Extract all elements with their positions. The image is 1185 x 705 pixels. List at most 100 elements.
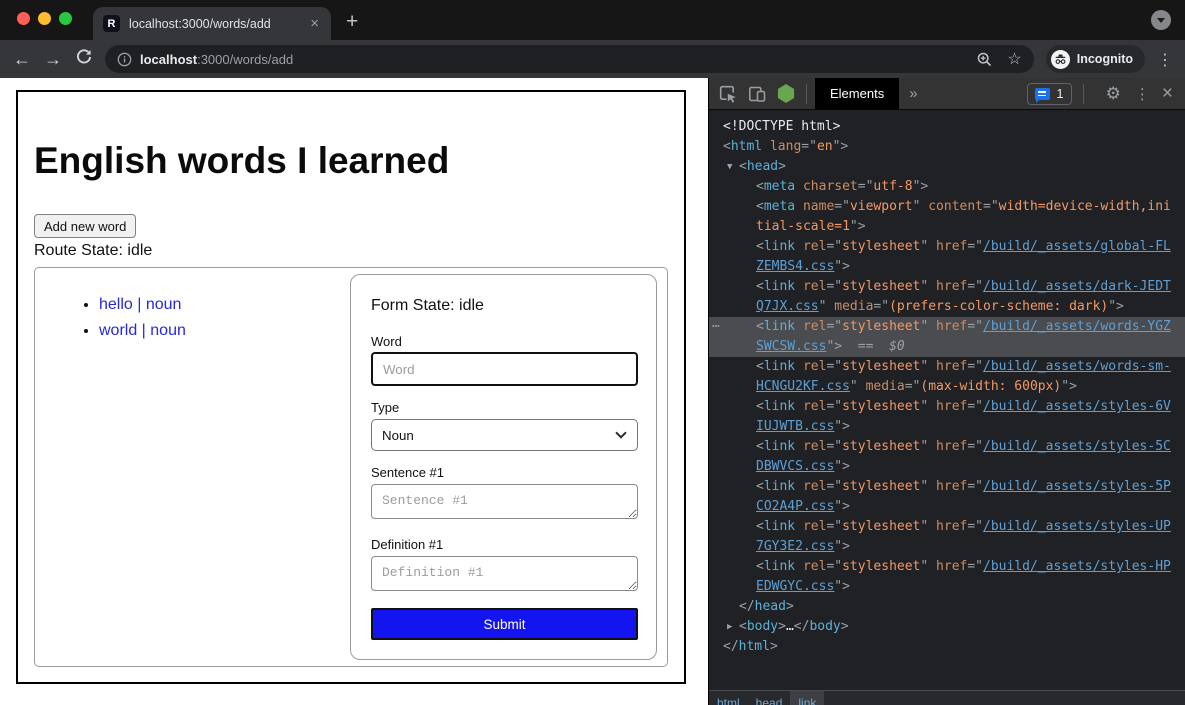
close-window-button[interactable] xyxy=(17,12,30,25)
bookmark-star-icon[interactable]: ☆ xyxy=(1007,49,1021,69)
device-toolbar-icon xyxy=(747,84,767,104)
definition-textarea[interactable] xyxy=(371,556,638,591)
add-new-word-button[interactable]: Add new word xyxy=(34,214,136,238)
dom-tree-node[interactable]: HCNGU2KF.css" media="(max-width: 600px)"… xyxy=(709,377,1185,397)
window-titlebar: R localhost:3000/words/add × + xyxy=(0,0,1185,40)
page-zoom-button[interactable] xyxy=(976,51,993,68)
issues-counter[interactable]: 1 xyxy=(1027,83,1071,105)
issues-count: 1 xyxy=(1056,86,1063,101)
tab-close-icon[interactable]: × xyxy=(308,16,321,31)
maximize-window-button[interactable] xyxy=(59,12,72,25)
dom-tree-node[interactable]: ZEMBS4.css"> xyxy=(709,257,1185,277)
page-title: English words I learned xyxy=(34,140,449,182)
content-area: English words I learned Add new word Rou… xyxy=(0,78,1185,705)
words-container: hello | noun world | noun Form State: idl… xyxy=(34,267,668,667)
toolbar-divider xyxy=(806,84,807,104)
node-options-icon[interactable]: ⋯ xyxy=(712,317,719,337)
more-tabs-button[interactable]: » xyxy=(909,85,917,102)
dom-tree-node[interactable]: DBWVCS.css"> xyxy=(709,457,1185,477)
minimize-window-button[interactable] xyxy=(38,12,51,25)
dom-tree-node[interactable]: CO2A4P.css"> xyxy=(709,497,1185,517)
dom-tree-node[interactable]: <link rel="stylesheet" href="/build/_ass… xyxy=(709,277,1185,297)
incognito-icon xyxy=(1051,50,1070,69)
dom-tree-node[interactable]: ⋯<link rel="stylesheet" href="/build/_as… xyxy=(709,317,1185,337)
dom-tree-node[interactable]: Q7JX.css" media="(prefers-color-scheme: … xyxy=(709,297,1185,317)
dom-tree-node[interactable]: </html> xyxy=(709,637,1185,657)
sentence-label: Sentence #1 xyxy=(371,465,444,480)
reload-button[interactable] xyxy=(75,48,93,71)
incognito-label: Incognito xyxy=(1077,52,1133,66)
dom-tree-node[interactable]: ▶<body>…</body> xyxy=(709,617,1185,637)
devtools-toolbar: Elements » 1 ⚙ ⋮ × xyxy=(709,78,1185,110)
dom-tree-node[interactable]: <link rel="stylesheet" href="/build/_ass… xyxy=(709,517,1185,537)
inspect-cursor-icon xyxy=(718,84,738,104)
expand-arrow-icon[interactable]: ▶ xyxy=(727,617,732,637)
dom-tree-node[interactable]: IUJWTB.css"> xyxy=(709,417,1185,437)
dom-tree-node[interactable]: <link rel="stylesheet" href="/build/_ass… xyxy=(709,557,1185,577)
word-list: hello | noun world | noun xyxy=(99,296,186,348)
reload-icon xyxy=(75,48,93,66)
browser-tab[interactable]: R localhost:3000/words/add × xyxy=(93,7,331,40)
site-info-icon[interactable] xyxy=(117,52,132,67)
browser-menu-button[interactable]: ⋮ xyxy=(1157,50,1173,69)
page-border-box: English words I learned Add new word Rou… xyxy=(16,90,686,684)
forward-button[interactable]: → xyxy=(44,50,62,68)
tab-elements[interactable]: Elements xyxy=(815,78,899,110)
zoom-icon xyxy=(976,51,993,68)
browser-toolbar: ← → localhost:3000/words/add ☆ xyxy=(0,40,1185,78)
extension-hexagon-icon[interactable] xyxy=(777,84,795,103)
web-page: English words I learned Add new word Rou… xyxy=(0,78,708,705)
dom-tree-node[interactable]: EDWGYC.css"> xyxy=(709,577,1185,597)
dom-tree-node[interactable]: <meta charset="utf-8"> xyxy=(709,177,1185,197)
add-word-form: Form State: idle Word Type Noun Sentence… xyxy=(350,274,657,660)
word-link[interactable]: world | noun xyxy=(99,322,186,339)
definition-label: Definition #1 xyxy=(371,537,443,552)
word-link[interactable]: hello | noun xyxy=(99,296,181,313)
inspect-element-button[interactable] xyxy=(718,84,738,104)
incognito-badge: Incognito xyxy=(1046,45,1145,73)
url-text: localhost:3000/words/add xyxy=(140,52,293,67)
address-bar[interactable]: localhost:3000/words/add ☆ xyxy=(105,45,1034,73)
devtools-close-button[interactable]: × xyxy=(1162,83,1173,105)
dom-tree-node[interactable]: <!DOCTYPE html> xyxy=(709,117,1185,137)
dom-tree: <!DOCTYPE html><html lang="en">▼<head><m… xyxy=(709,110,1185,690)
tab-search-button[interactable] xyxy=(1151,10,1171,30)
new-tab-button[interactable]: + xyxy=(346,10,358,34)
dom-tree-node[interactable]: SWCSW.css"> == $0 xyxy=(709,337,1185,357)
remix-favicon-icon: R xyxy=(103,15,120,32)
breadcrumb-item[interactable]: head xyxy=(748,691,791,705)
tab-title: localhost:3000/words/add xyxy=(129,17,308,31)
breadcrumb-item[interactable]: html xyxy=(709,691,748,705)
collapse-arrow-icon[interactable]: ▼ xyxy=(727,157,732,177)
dom-tree-node[interactable]: <link rel="stylesheet" href="/build/_ass… xyxy=(709,357,1185,377)
devtools-menu-button[interactable]: ⋮ xyxy=(1135,85,1150,103)
dom-tree-node[interactable]: ▼<head> xyxy=(709,157,1185,177)
dom-tree-node[interactable]: </head> xyxy=(709,597,1185,617)
word-input[interactable] xyxy=(371,352,638,386)
toolbar-divider xyxy=(1083,84,1084,104)
word-label: Word xyxy=(371,334,402,349)
dom-tree-node[interactable]: <html lang="en"> xyxy=(709,137,1185,157)
dom-tree-node[interactable]: <link rel="stylesheet" href="/build/_ass… xyxy=(709,237,1185,257)
type-label: Type xyxy=(371,400,399,415)
dom-tree-node[interactable]: tial-scale=1"> xyxy=(709,217,1185,237)
dom-tree-node[interactable]: <meta name="viewport" content="width=dev… xyxy=(709,197,1185,217)
back-button[interactable]: ← xyxy=(13,50,31,68)
dom-tree-node[interactable]: 7GY3E2.css"> xyxy=(709,537,1185,557)
submit-button[interactable]: Submit xyxy=(371,608,638,640)
dom-tree-node[interactable]: <link rel="stylesheet" href="/build/_ass… xyxy=(709,477,1185,497)
dom-tree-node[interactable]: <link rel="stylesheet" href="/build/_ass… xyxy=(709,397,1185,417)
sentence-textarea[interactable] xyxy=(371,484,638,519)
type-select[interactable]: Noun xyxy=(371,419,638,451)
word-list-item: world | noun xyxy=(99,322,186,340)
device-toolbar-button[interactable] xyxy=(747,84,767,104)
issues-bubble-icon xyxy=(1035,88,1050,100)
devtools-settings-button[interactable]: ⚙ xyxy=(1106,84,1121,104)
dom-tree-node[interactable]: <link rel="stylesheet" href="/build/_ass… xyxy=(709,437,1185,457)
breadcrumb-item[interactable]: link xyxy=(790,691,824,705)
devtools-breadcrumb: htmlheadlink xyxy=(709,690,1185,705)
route-state-text: Route State: idle xyxy=(34,242,152,260)
form-state-text: Form State: idle xyxy=(371,297,484,315)
devtools-panel: Elements » 1 ⚙ ⋮ × <!DOCTYPE html><html … xyxy=(708,78,1185,705)
word-list-item: hello | noun xyxy=(99,296,186,314)
